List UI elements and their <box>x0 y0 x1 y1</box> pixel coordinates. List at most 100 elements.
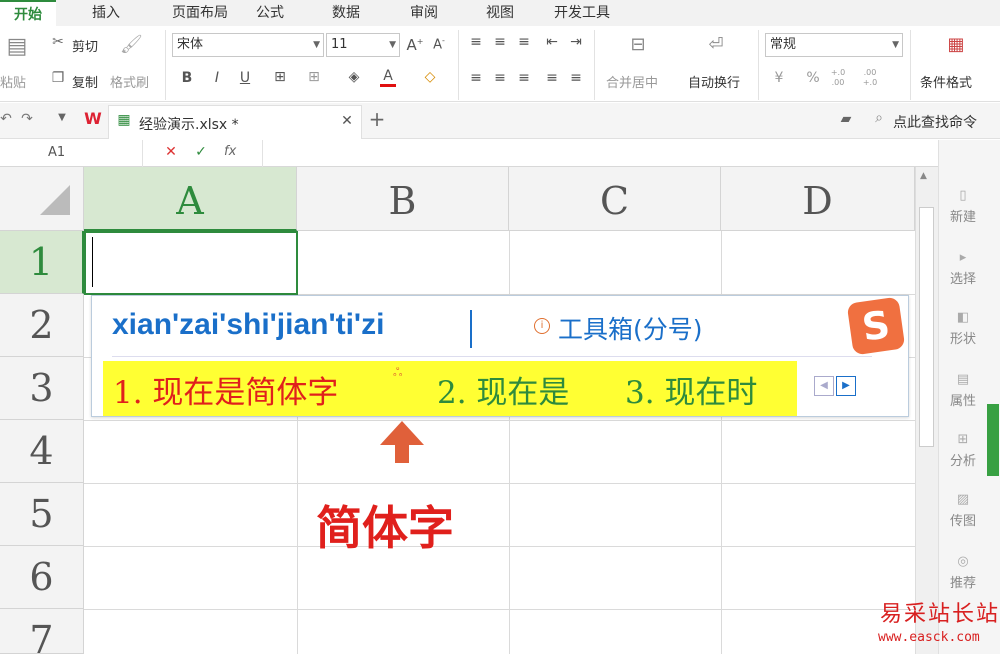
next-page-icon[interactable]: ▶ <box>836 376 856 396</box>
tab-developer[interactable]: 开发工具 <box>544 0 620 26</box>
tab-review[interactable]: 审阅 <box>398 0 450 26</box>
border-icon[interactable]: ⊞ <box>270 69 290 85</box>
search-command-input[interactable]: 点此查找命令 <box>893 112 977 132</box>
align-left-icon[interactable]: ≡ <box>468 70 484 86</box>
conditional-format-icon[interactable]: ▦ <box>944 34 968 55</box>
row-header-6[interactable]: 6 <box>0 546 84 609</box>
tab-formula[interactable]: 公式 <box>244 0 296 26</box>
side-item-recommend[interactable]: ◎ 推荐 <box>939 554 987 591</box>
row-header-7[interactable]: 7 <box>0 609 84 662</box>
redo-icon[interactable]: ↷ <box>20 111 34 127</box>
vertical-scrollbar[interactable]: ▲ <box>915 167 938 654</box>
file-tab[interactable]: ▦ 经验演示.xlsx * ✕ <box>108 105 362 139</box>
analysis-icon: ⊞ <box>957 432 969 447</box>
search-icon: ⌕ <box>875 110 883 126</box>
scroll-thumb[interactable] <box>919 207 934 447</box>
copy-icon[interactable]: ❐ <box>50 70 66 86</box>
panel-toggle-handle[interactable] <box>987 404 999 476</box>
side-item-properties[interactable]: ▤ 属性 <box>939 372 987 409</box>
side-item-new[interactable]: ▯ 新建 <box>939 188 987 225</box>
undo-icon[interactable]: ↶ <box>0 111 12 127</box>
scissors-icon[interactable]: ✂ <box>50 34 66 50</box>
decrease-decimal-button[interactable]: .00 +.0 <box>860 68 880 88</box>
paste-button[interactable]: 粘贴 <box>0 72 26 91</box>
tab-data[interactable]: 数据 <box>320 0 372 26</box>
merge-center-button[interactable]: 合并居中 <box>606 72 658 91</box>
side-item-label: 分析 <box>949 454 976 469</box>
row-header-5[interactable]: 5 <box>0 483 84 546</box>
close-icon[interactable]: ✕ <box>341 113 353 129</box>
sogou-logo-icon: S <box>846 296 906 356</box>
align-bottom-icon[interactable]: ≡ <box>516 34 532 50</box>
confirm-icon[interactable]: ✓ <box>194 144 208 160</box>
insert-function-button[interactable]: fx <box>224 144 236 159</box>
font-size-select[interactable]: 11 ▼ <box>326 33 400 57</box>
divider <box>262 140 263 167</box>
ime-toolbox-button[interactable]: 工具箱(分号) <box>558 310 703 346</box>
underline-button[interactable]: U <box>238 70 252 86</box>
comment-icon[interactable]: ▰ <box>838 111 854 127</box>
cancel-icon[interactable]: ✕ <box>164 144 178 160</box>
font-name-select[interactable]: 宋体 ▼ <box>172 33 324 57</box>
cut-button[interactable]: 剪切 <box>72 36 98 55</box>
side-item-upload-image[interactable]: ▨ 传图 <box>939 492 987 529</box>
candidate-3[interactable]: 3. 现在时 <box>625 367 757 412</box>
format-painter-button[interactable]: 格式刷 <box>110 72 149 91</box>
chevron-down-icon[interactable]: ▼ <box>56 112 68 123</box>
column-header-a[interactable]: A <box>84 167 297 231</box>
column-header-b[interactable]: B <box>297 167 509 231</box>
align-top-icon[interactable]: ≡ <box>468 34 484 50</box>
wrap-text-icon[interactable]: ⏎ <box>704 34 728 55</box>
candidate-1[interactable]: 1. 现在是简体字 <box>113 367 338 412</box>
align-middle-icon[interactable]: ≡ <box>492 34 508 50</box>
candidate-2[interactable]: 2. 现在是 <box>437 367 569 412</box>
font-grow-icon[interactable]: A+ <box>406 36 424 54</box>
row-header-1[interactable]: 1 <box>0 231 84 294</box>
column-header-c[interactable]: C <box>509 167 721 231</box>
clear-format-icon[interactable]: ◇ <box>420 69 440 85</box>
tab-insert[interactable]: 插入 <box>76 0 136 26</box>
merge-cells-icon[interactable]: ⊟ <box>626 34 650 55</box>
select-all-corner[interactable] <box>0 167 84 231</box>
new-tab-plus-icon[interactable]: + <box>368 107 386 131</box>
tab-home[interactable]: 开始 <box>0 0 56 26</box>
distribute-icon[interactable]: ≡ <box>568 70 584 86</box>
bold-button[interactable]: B <box>180 70 194 86</box>
cell-style-icon[interactable]: ⊞ <box>304 69 324 85</box>
side-item-analysis[interactable]: ⊞ 分析 <box>939 432 987 469</box>
name-box[interactable]: A1 <box>48 145 65 160</box>
wps-logo-icon[interactable]: W <box>82 109 104 128</box>
row-header-4[interactable]: 4 <box>0 420 84 483</box>
divider <box>112 356 872 357</box>
tab-page-layout[interactable]: 页面布局 <box>148 0 252 26</box>
number-format-select[interactable]: 常规 ▼ <box>765 33 903 57</box>
row-header-3[interactable]: 3 <box>0 357 84 420</box>
paste-icon[interactable]: ▤ <box>4 34 30 59</box>
brush-icon[interactable]: 🖌 <box>120 34 143 55</box>
increase-decimal-button[interactable]: +.0 .00 <box>828 68 848 88</box>
align-center-icon[interactable]: ≡ <box>492 70 508 86</box>
active-cell-a1[interactable] <box>84 231 298 295</box>
divider <box>594 30 595 100</box>
justify-icon[interactable]: ≡ <box>544 70 560 86</box>
indent-increase-icon[interactable]: ⇥ <box>568 34 584 50</box>
conditional-format-button[interactable]: 条件格式 <box>920 72 972 91</box>
indent-decrease-icon[interactable]: ⇤ <box>544 34 560 50</box>
side-item-shape[interactable]: ◧ 形状 <box>939 310 987 347</box>
divider <box>910 30 911 100</box>
tab-view[interactable]: 视图 <box>474 0 526 26</box>
row-header-2[interactable]: 2 <box>0 294 84 357</box>
italic-button[interactable]: I <box>210 70 224 86</box>
font-color-button[interactable]: A <box>380 68 396 87</box>
currency-icon[interactable]: ¥ <box>770 70 788 86</box>
font-shrink-icon[interactable]: A- <box>430 36 448 52</box>
align-right-icon[interactable]: ≡ <box>516 70 532 86</box>
column-header-d[interactable]: D <box>721 167 915 231</box>
copy-button[interactable]: 复制 <box>72 72 98 91</box>
side-item-select[interactable]: ▸ 选择 <box>939 250 987 287</box>
wrap-text-button[interactable]: 自动换行 <box>688 72 740 91</box>
percent-button[interactable]: % <box>806 70 820 86</box>
fill-color-icon[interactable]: ◈ <box>344 69 364 85</box>
prev-page-icon[interactable]: ◀ <box>814 376 834 396</box>
scroll-up-icon[interactable]: ▲ <box>920 171 927 181</box>
